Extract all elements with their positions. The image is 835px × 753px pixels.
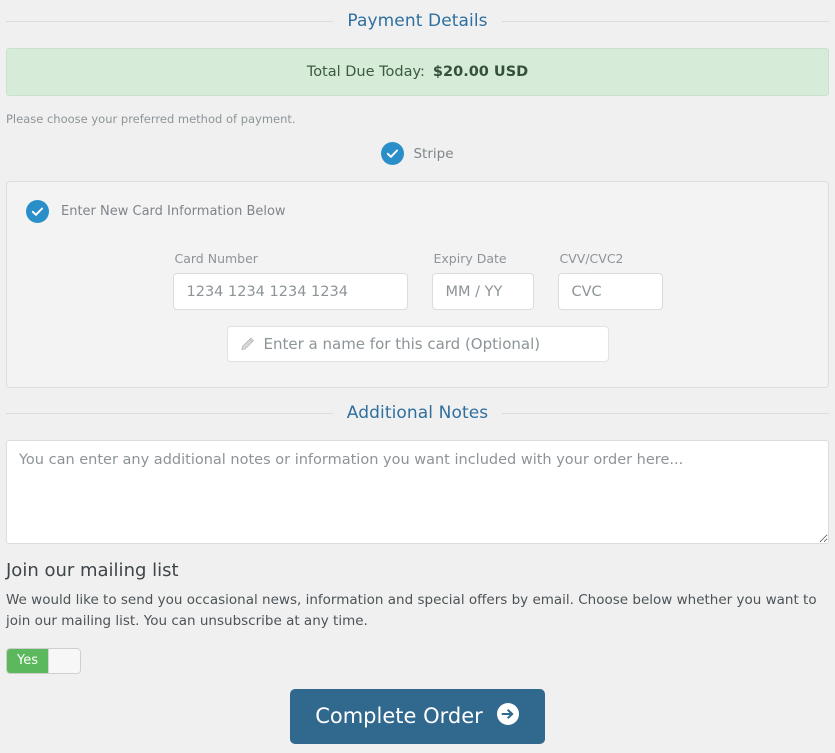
complete-order-label: Complete Order	[315, 704, 483, 729]
cvv-input[interactable]	[557, 273, 663, 310]
card-name-input[interactable]	[226, 326, 609, 362]
new-card-panel-label: Enter New Card Information Below	[61, 204, 286, 219]
additional-notes-title: Additional Notes	[346, 403, 489, 423]
gateway-option-stripe[interactable]: Stripe	[381, 142, 454, 165]
mailing-list-title: Join our mailing list	[6, 560, 179, 581]
total-due-label: Total Due Today:	[306, 64, 425, 80]
cvv-group: CVV/CVC2	[557, 251, 663, 310]
expiry-date-input[interactable]	[431, 273, 534, 310]
card-name-row	[23, 326, 812, 362]
payment-details-heading: Payment Details	[0, 0, 835, 42]
card-number-label: Card Number	[174, 251, 258, 266]
check-circle-icon[interactable]	[26, 200, 49, 223]
expiry-date-label: Expiry Date	[433, 251, 507, 266]
notes-rule-left	[6, 412, 333, 414]
mailing-list-toggle[interactable]: Yes	[6, 647, 81, 674]
heading-rule-left	[6, 20, 334, 22]
card-number-input[interactable]	[172, 273, 408, 310]
mailing-list-description: We would like to send you occasional new…	[6, 592, 817, 629]
notes-rule-right	[502, 412, 830, 414]
cvv-label: CVV/CVC2	[559, 251, 624, 266]
payment-details-title: Payment Details	[347, 11, 488, 31]
new-card-panel: Enter New Card Information Below Card Nu…	[6, 181, 829, 388]
check-circle-icon[interactable]	[381, 142, 405, 165]
card-name-wrapper	[226, 326, 609, 362]
gateway-option-label: Stripe	[413, 145, 454, 162]
payment-gateway-options: Stripe	[0, 126, 835, 165]
mailing-list-toggle-knob[interactable]	[48, 648, 80, 673]
mailing-list-toggle-on-label: Yes	[7, 648, 48, 673]
card-number-group: Card Number	[172, 251, 408, 310]
submit-row: Complete Order	[0, 688, 835, 744]
additional-notes-heading: Additional Notes	[0, 392, 835, 434]
total-due-amount: $20.00 USD	[432, 64, 529, 80]
complete-order-button[interactable]: Complete Order	[290, 688, 545, 744]
additional-notes-textarea[interactable]	[6, 440, 829, 544]
choose-payment-method-text: Please choose your preferred method of p…	[6, 112, 296, 126]
total-due-banner: Total Due Today: $20.00 USD	[6, 48, 829, 96]
card-fields-row: Card Number Expiry Date CVV/CVC2	[23, 251, 812, 310]
new-card-panel-header[interactable]: Enter New Card Information Below	[23, 200, 812, 223]
arrow-right-circle-icon	[496, 702, 520, 731]
expiry-date-group: Expiry Date	[431, 251, 534, 310]
heading-rule-right	[501, 20, 830, 22]
